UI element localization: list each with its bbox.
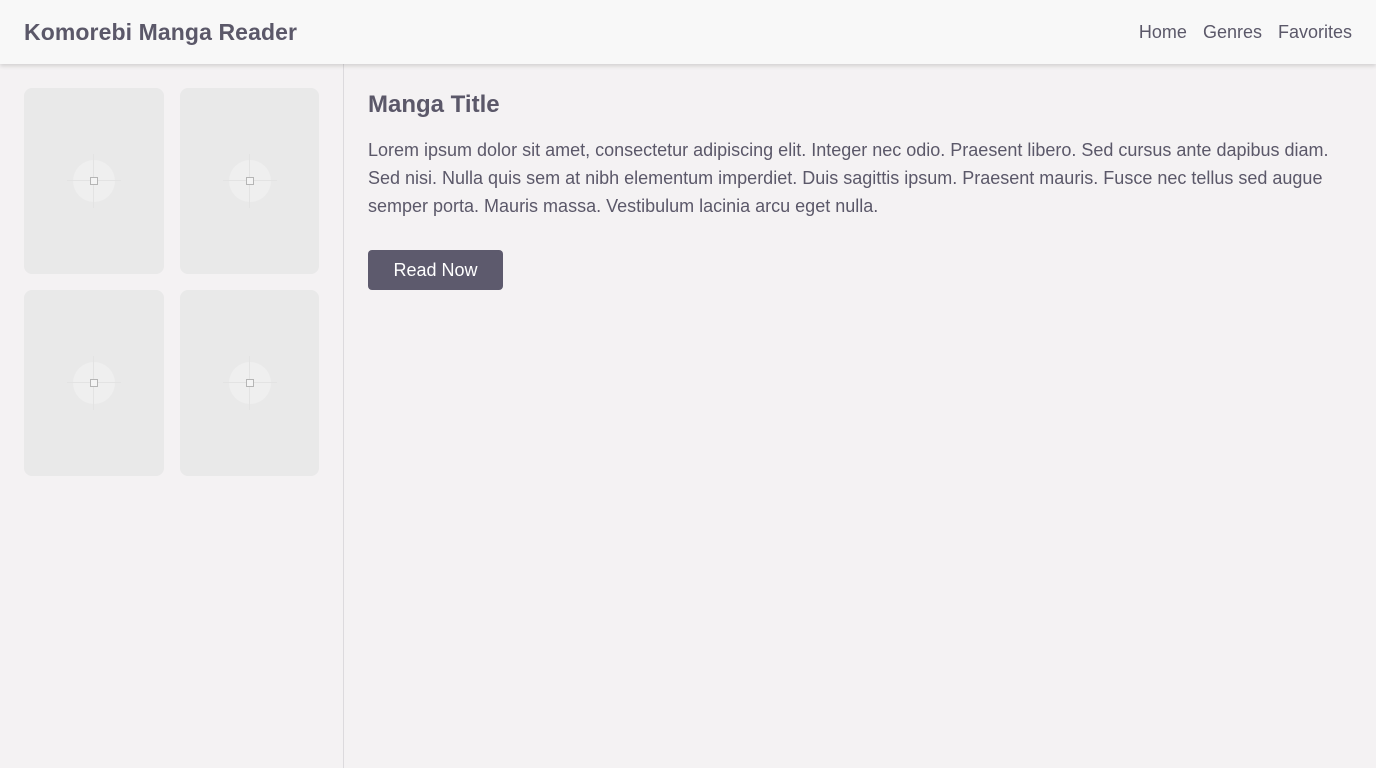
image-placeholder-icon — [67, 154, 121, 208]
manga-cover-sidebar — [0, 64, 344, 768]
manga-title: Manga Title — [368, 91, 500, 118]
app-brand[interactable]: Komorebi Manga Reader — [24, 19, 297, 46]
cover-grid — [24, 88, 319, 476]
manga-cover-thumbnail[interactable] — [180, 290, 319, 476]
nav-home-link[interactable]: Home — [1139, 22, 1187, 43]
manga-description: Lorem ipsum dolor sit amet, consectetur … — [368, 140, 1329, 216]
manga-detail-panel: Manga Title Lorem ipsum dolor sit amet, … — [344, 64, 1376, 768]
image-placeholder-icon — [67, 356, 121, 410]
top-navbar: Komorebi Manga Reader Home Genres Favori… — [0, 0, 1376, 64]
manga-cover-thumbnail[interactable] — [24, 290, 164, 476]
main-nav: Home Genres Favorites — [1139, 22, 1352, 43]
nav-favorites-link[interactable]: Favorites — [1278, 22, 1352, 43]
nav-genres-link[interactable]: Genres — [1203, 22, 1262, 43]
image-placeholder-icon — [222, 154, 277, 208]
manga-cover-thumbnail[interactable] — [180, 88, 319, 274]
read-now-button[interactable]: Read Now — [368, 250, 503, 290]
manga-cover-thumbnail[interactable] — [24, 88, 164, 274]
image-placeholder-icon — [222, 356, 277, 410]
